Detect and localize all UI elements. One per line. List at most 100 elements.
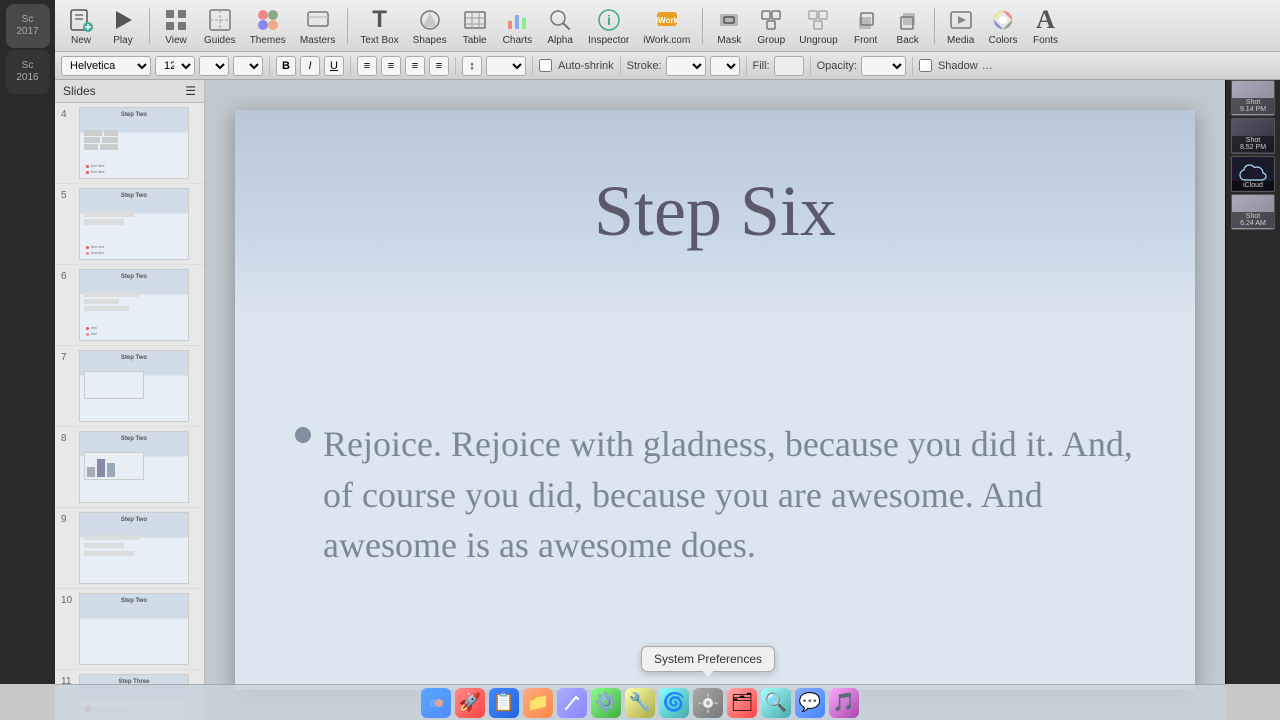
inspector-label: Inspector: [588, 35, 629, 46]
right-thumb-5[interactable]: Shot6.24 AM: [1231, 194, 1275, 230]
masters-label: Masters: [300, 35, 336, 46]
left-app-sc2016[interactable]: Sc2016: [6, 50, 50, 94]
slide-thumb-4[interactable]: 4 Step Two text here text here: [55, 103, 204, 184]
view-label: View: [165, 35, 187, 46]
toolbar-front[interactable]: Front: [846, 2, 886, 50]
stroke-select[interactable]: [666, 56, 706, 76]
dock-launchpad[interactable]: 🚀: [455, 688, 485, 718]
slide-thumb-5[interactable]: 5 Step Two item one item two: [55, 184, 204, 265]
view-icon: [162, 6, 190, 34]
dock-app10[interactable]: 🗂: [727, 688, 757, 718]
italic-button[interactable]: I: [300, 56, 320, 76]
toolbar-fonts[interactable]: A Fonts: [1026, 2, 1066, 50]
slide-panel-header: Slides ☰: [55, 80, 204, 103]
toolbar-themes[interactable]: Themes: [244, 2, 292, 50]
slide-thumb-6[interactable]: 6 Step Two text text: [55, 265, 204, 346]
fill-color[interactable]: [774, 56, 804, 76]
dock-syspref[interactable]: [693, 688, 723, 718]
textbox-icon: T: [366, 6, 394, 34]
shadow-more: …: [982, 60, 993, 72]
masters-icon: [304, 6, 332, 34]
left-app-sc2017[interactable]: Sc2017: [6, 4, 50, 48]
fmt-sep-3: [455, 57, 456, 75]
toolbar-iwork[interactable]: iWork iWork.com: [637, 2, 696, 50]
font-family-select[interactable]: Helvetica: [61, 56, 151, 76]
opacity-select[interactable]: [861, 56, 906, 76]
toolbar-ungroup[interactable]: Ungroup: [793, 2, 843, 50]
right-thumb-label-3: Shot9.14 PM: [1232, 98, 1274, 114]
dock: 🚀 📋 📁 ⚙️ 🔧 🌀 System Preferences 🗂 🔍 💬 🎵: [55, 684, 1225, 720]
right-thumb-icloud[interactable]: iCloud: [1231, 156, 1275, 192]
slides-options[interactable]: ☰: [185, 84, 196, 98]
dock-syspref-wrapper: System Preferences: [693, 688, 723, 718]
underline-button[interactable]: U: [324, 56, 344, 76]
dock-app12[interactable]: 💬: [795, 688, 825, 718]
dock-app11[interactable]: 🔍: [761, 688, 791, 718]
align-justify-button[interactable]: ≡: [429, 56, 449, 76]
front-icon: [852, 6, 880, 34]
toolbar-back[interactable]: Back: [888, 2, 928, 50]
dock-app4[interactable]: 📁: [523, 688, 553, 718]
toolbar-textbox[interactable]: T Text Box: [354, 2, 404, 50]
toolbar-guides[interactable]: Guides: [198, 2, 242, 50]
line-height-select[interactable]: 1: [233, 56, 263, 76]
dock-app13[interactable]: 🎵: [829, 688, 859, 718]
auto-shrink-checkbox[interactable]: [539, 59, 552, 72]
toolbar-play[interactable]: Play: [103, 2, 143, 50]
shapes-icon: [416, 6, 444, 34]
ungroup-label: Ungroup: [799, 35, 837, 46]
syspref-tooltip: System Preferences: [641, 646, 775, 672]
slide-thumb-7[interactable]: 7 Step Two: [55, 346, 204, 427]
right-thumb-3[interactable]: Shot9.14 PM: [1231, 80, 1275, 116]
toolbar-mask[interactable]: Mask: [709, 2, 749, 50]
slide-thumb-8[interactable]: 8 Step Two: [55, 427, 204, 508]
align-right-button[interactable]: ≡: [405, 56, 425, 76]
fonts-icon: A: [1032, 6, 1060, 34]
font-style-select[interactable]: R: [199, 56, 229, 76]
slide-bullet: Rejoice. Rejoice with gladness, because …: [295, 419, 1135, 570]
slide-num-9: 9: [61, 514, 79, 525]
slide-num-10: 10: [61, 595, 79, 606]
slide-num-8: 8: [61, 433, 79, 444]
toolbar-charts[interactable]: Charts: [497, 2, 538, 50]
dock-app5[interactable]: [557, 688, 587, 718]
text-indent-select[interactable]: [486, 56, 526, 76]
toolbar-colors[interactable]: Colors: [983, 2, 1024, 50]
slide-canvas[interactable]: Step Six Rejoice. Rejoice with gladness,…: [235, 110, 1195, 690]
dock-finder[interactable]: [421, 688, 451, 718]
stroke-size-select[interactable]: [710, 56, 740, 76]
dock-dashboard[interactable]: 📋: [489, 688, 519, 718]
slides-label: Slides: [63, 84, 96, 98]
group-icon: [757, 6, 785, 34]
toolbar-inspector[interactable]: i Inspector: [582, 2, 635, 50]
dock-app7[interactable]: 🔧: [625, 688, 655, 718]
toolbar-media[interactable]: Media: [941, 2, 981, 50]
line-spacing-button[interactable]: ↕: [462, 56, 482, 76]
bold-button[interactable]: B: [276, 56, 296, 76]
dock-app6[interactable]: ⚙️: [591, 688, 621, 718]
right-sidebar: Shot3.53 PM Shot3.55 PM Shot9.14 PM Shot…: [1225, 0, 1280, 684]
canvas-area: Step Six Rejoice. Rejoice with gladness,…: [205, 80, 1225, 720]
toolbar-alpha[interactable]: Alpha: [540, 2, 580, 50]
toolbar-group[interactable]: Group: [751, 2, 791, 50]
toolbar-table[interactable]: Table: [455, 2, 495, 50]
iwork-label: iWork.com: [643, 35, 690, 46]
fmt-sep-4: [532, 57, 533, 75]
font-size-select[interactable]: 12: [155, 56, 195, 76]
slide-thumb-10[interactable]: 10 Step Two: [55, 589, 204, 670]
toolbar-masters[interactable]: Masters: [294, 2, 342, 50]
toolbar-shapes[interactable]: Shapes: [407, 2, 453, 50]
auto-shrink-label: Auto-shrink: [558, 60, 614, 72]
toolbar-new[interactable]: New: [61, 2, 101, 50]
slide-thumb-9[interactable]: 9 Step Two: [55, 508, 204, 589]
right-thumb-4[interactable]: Shot8.52 PM: [1231, 118, 1275, 154]
toolbar-view[interactable]: View: [156, 2, 196, 50]
svg-text:i: i: [607, 12, 611, 28]
dock-app8[interactable]: 🌀: [659, 688, 689, 718]
slide-preview-4: Step Two text here text here: [79, 107, 189, 179]
mask-icon: [715, 6, 743, 34]
align-left-button[interactable]: ≡: [357, 56, 377, 76]
shadow-checkbox[interactable]: [919, 59, 932, 72]
align-center-button[interactable]: ≡: [381, 56, 401, 76]
slide-preview-10: Step Two: [79, 593, 189, 665]
